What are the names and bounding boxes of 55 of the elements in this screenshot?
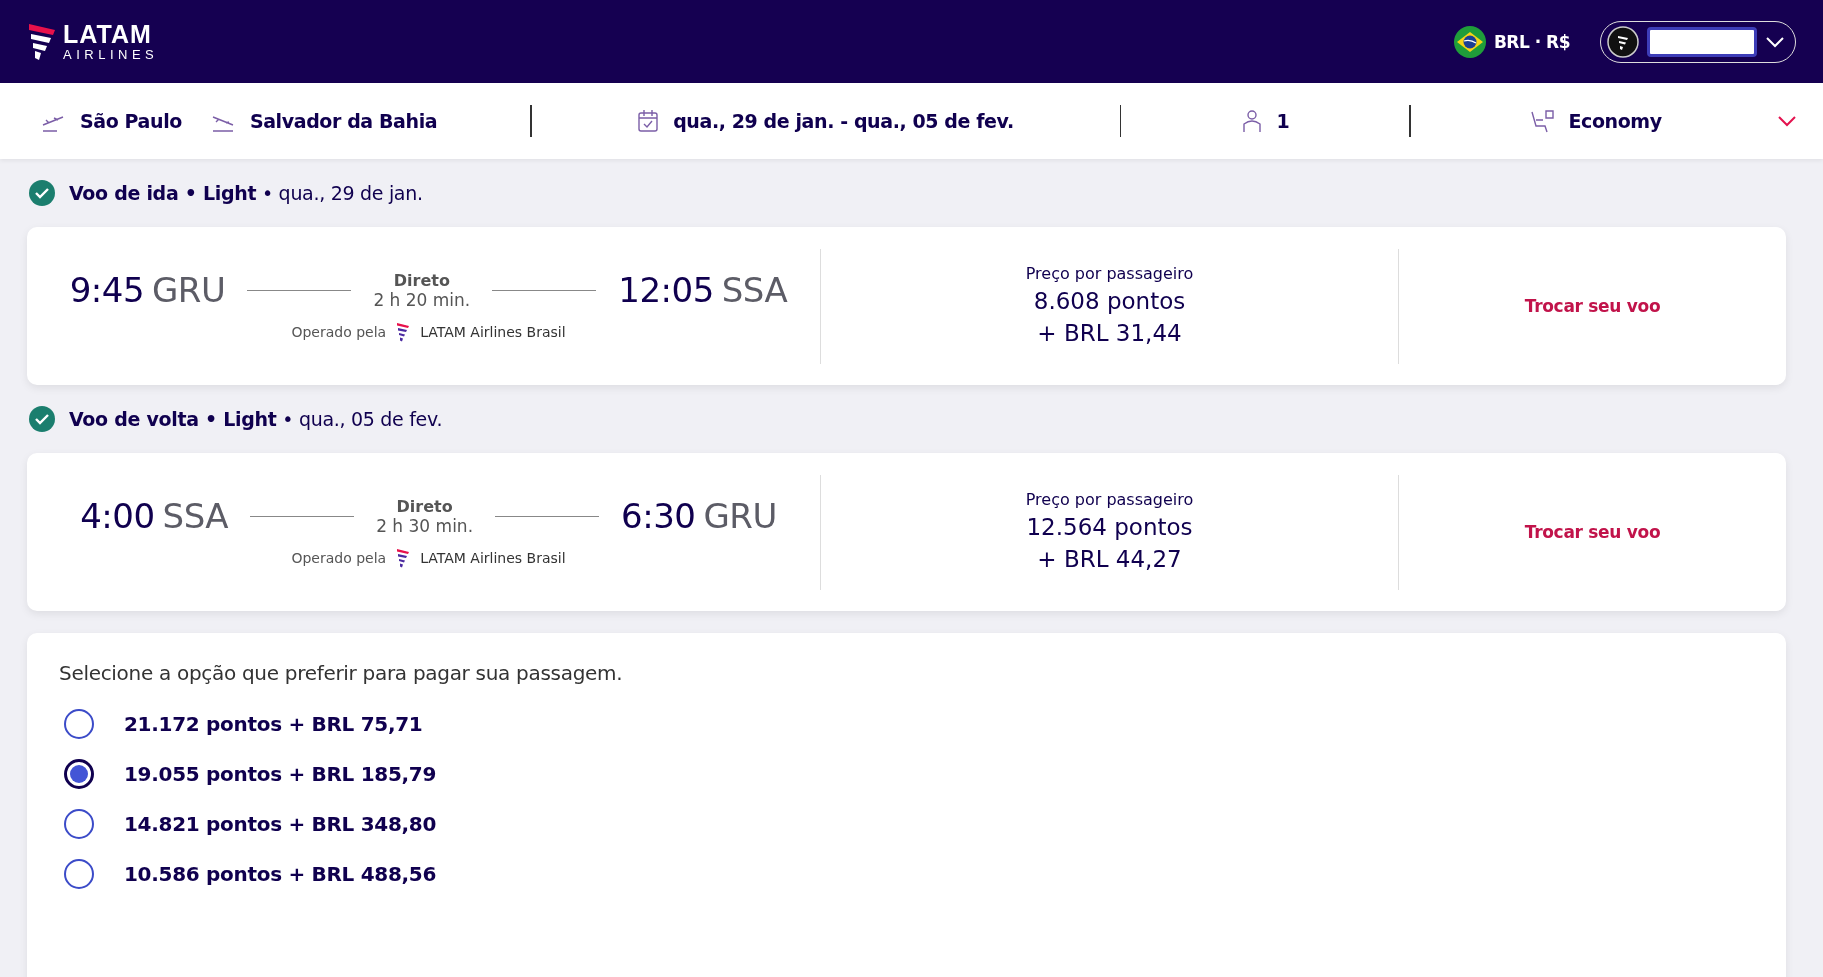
price-label: Preço por passageiro xyxy=(1025,489,1194,509)
flight-duration: 2 h 30 min. xyxy=(376,515,474,536)
operated-by-label: Operado pela xyxy=(291,550,387,566)
price-label: Preço por passageiro xyxy=(1025,263,1194,283)
departure-airport: SSA xyxy=(162,496,229,536)
flag-icon xyxy=(1453,25,1486,58)
arrival-time: 12:05 xyxy=(618,270,714,310)
departure-time: 4:00 xyxy=(80,496,155,536)
airline-name: LATAM Airlines Brasil xyxy=(420,324,566,340)
radio-button[interactable] xyxy=(64,859,94,889)
operated-by-label: Operado pela xyxy=(291,324,387,340)
change-flight-link[interactable]: Trocar seu voo xyxy=(1524,296,1661,316)
airline-logo-icon xyxy=(396,322,411,342)
seat-icon xyxy=(1528,108,1555,134)
payment-option-label[interactable]: 10.586 pontos + BRL 488,56 xyxy=(124,862,437,886)
stops-label: Direto xyxy=(396,496,453,516)
departure-airport: GRU xyxy=(152,270,226,310)
payment-option-label[interactable]: 21.172 pontos + BRL 75,71 xyxy=(124,712,423,736)
destination-city[interactable]: Salvador da Bahia xyxy=(249,110,438,132)
airline-logo-icon xyxy=(396,548,411,568)
price-points: 8.608 pontos xyxy=(1033,286,1186,316)
payment-prompt: Selecione a opção que preferir para pagar sua passagem. xyxy=(59,661,623,685)
radio-button[interactable] xyxy=(64,759,94,789)
flight-duration: 2 h 20 min. xyxy=(373,289,471,310)
passenger-count[interactable]: 1 xyxy=(1276,110,1290,132)
arrival-airport: GRU xyxy=(703,496,777,536)
departure-time: 9:45 xyxy=(69,270,144,310)
logo-wordmark: LATAM xyxy=(63,20,153,47)
arrival-airport: SSA xyxy=(721,270,788,310)
payment-option-label[interactable]: 14.821 pontos + BRL 348,80 xyxy=(124,812,437,836)
avatar-icon xyxy=(1607,25,1639,58)
check-circle-icon xyxy=(29,180,55,206)
origin-city[interactable]: São Paulo xyxy=(80,110,182,132)
cabin-class[interactable]: Economy xyxy=(1568,110,1662,132)
flight-leg-heading: Voo de ida • Light • qua., 29 de jan. xyxy=(69,182,423,204)
radio-button[interactable] xyxy=(64,709,94,739)
price-fee: + BRL 44,27 xyxy=(1037,544,1182,574)
airline-name: LATAM Airlines Brasil xyxy=(420,550,566,566)
calendar-icon xyxy=(637,109,660,133)
radio-button[interactable] xyxy=(64,809,94,839)
person-icon xyxy=(1240,109,1263,133)
chevron-down-icon xyxy=(1765,35,1785,48)
logo-icon xyxy=(27,21,57,62)
stops-label: Direto xyxy=(393,270,450,290)
arrival-time: 6:30 xyxy=(621,496,696,536)
change-flight-link[interactable]: Trocar seu voo xyxy=(1524,522,1661,542)
price-points: 12.564 pontos xyxy=(1026,512,1193,542)
payment-option-label[interactable]: 19.055 pontos + BRL 185,79 xyxy=(124,762,437,786)
travel-dates[interactable]: qua., 29 de jan. - qua., 05 de fev. xyxy=(673,110,1014,132)
logo-subtitle: AIRLINES xyxy=(63,46,159,63)
flight-leg-heading: Voo de volta • Light • qua., 05 de fev. xyxy=(69,408,443,430)
currency-selector[interactable]: BRL · R$ xyxy=(1493,31,1570,52)
check-circle-icon xyxy=(29,406,55,432)
price-fee: + BRL 31,44 xyxy=(1037,318,1182,348)
chevron-down-icon[interactable] xyxy=(1777,115,1797,127)
